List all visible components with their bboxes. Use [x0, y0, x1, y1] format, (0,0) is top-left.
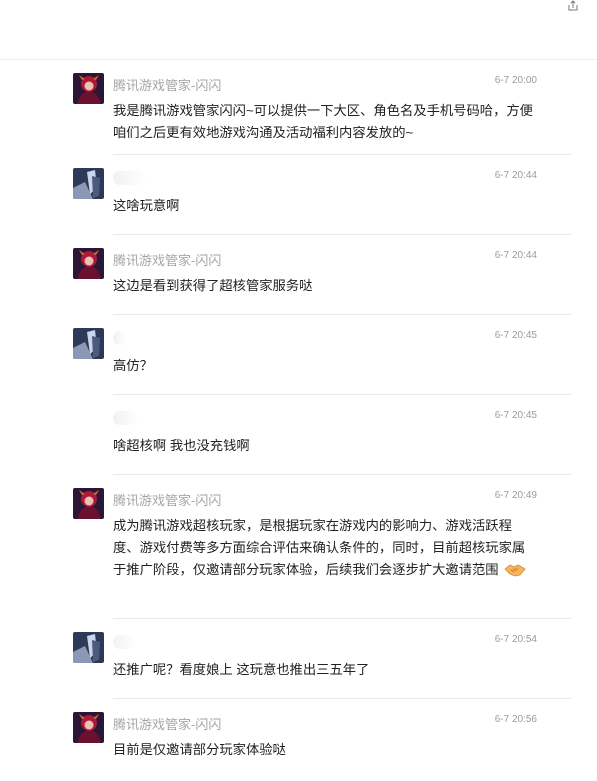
sender-name-blurred	[113, 331, 127, 345]
message-text: 还推广呢？看度娘上 这玩意也推出三五年了	[113, 662, 370, 677]
sender-name: 腾讯游戏管家-闪闪	[113, 253, 222, 268]
message-text: 我是腾讯游戏管家闪闪~可以提供一下大区、角色名及手机号码哈，方便咱们之后更有效地…	[113, 103, 533, 140]
message-time: 6-7 20:56	[494, 714, 537, 725]
message-time: 6-7 20:45	[494, 330, 537, 341]
user-avatar[interactable]	[73, 168, 104, 199]
message-item: 6-7 20:45 高仿？	[0, 315, 597, 395]
handshake-emoji-icon	[504, 564, 526, 577]
agent-avatar[interactable]	[73, 73, 104, 104]
message-item: 腾讯游戏管家-闪闪 6-7 20:56 目前是仅邀请部分玩家体验哒	[0, 699, 597, 779]
message-time: 6-7 20:44	[494, 250, 537, 261]
message-item: 6-7 20:45 啥超核啊 我也没充钱啊	[0, 395, 597, 475]
message-time: 6-7 20:00	[494, 75, 537, 86]
message-item: 6-7 20:44 这啥玩意啊	[0, 155, 597, 235]
sender-name: 腾讯游戏管家-闪闪	[113, 717, 222, 732]
agent-avatar[interactable]	[73, 248, 104, 279]
message-item: 腾讯游戏管家-闪闪 6-7 20:44 这边是看到获得了超核管家服务哒	[0, 235, 597, 315]
message-item: 6-7 20:54 还推广呢？看度娘上 这玩意也推出三五年了	[0, 619, 597, 699]
sender-name-blurred	[113, 635, 135, 649]
user-avatar[interactable]	[73, 632, 104, 663]
agent-avatar[interactable]	[73, 712, 104, 743]
sender-name-blurred	[113, 411, 139, 425]
message-item: 腾讯游戏管家-闪闪 6-7 20:49 成为腾讯游戏超核玩家，是根据玩家在游戏内…	[0, 475, 597, 619]
message-text: 目前是仅邀请部分玩家体验哒	[113, 742, 286, 757]
sender-name-blurred	[113, 171, 147, 185]
message-time: 6-7 20:44	[494, 170, 537, 181]
message-thread: 腾讯游戏管家-闪闪 6-7 20:00 我是腾讯游戏管家闪闪~可以提供一下大区、…	[0, 60, 597, 779]
message-time: 6-7 20:49	[494, 490, 537, 501]
message-text: 啥超核啊 我也没充钱啊	[113, 438, 250, 453]
user-avatar[interactable]	[73, 328, 104, 359]
sender-name: 腾讯游戏管家-闪闪	[113, 493, 222, 508]
message-text-container: 成为腾讯游戏超核玩家，是根据玩家在游戏内的影响力、游戏活跃程度、游戏付费等多方面…	[113, 515, 533, 581]
message-item: 腾讯游戏管家-闪闪 6-7 20:00 我是腾讯游戏管家闪闪~可以提供一下大区、…	[0, 60, 597, 155]
message-text: 这边是看到获得了超核管家服务哒	[113, 278, 313, 293]
message-time: 6-7 20:54	[494, 634, 537, 645]
message-text: 高仿？	[113, 358, 153, 373]
message-time: 6-7 20:45	[494, 410, 537, 421]
top-bar	[0, 0, 597, 60]
agent-avatar[interactable]	[73, 488, 104, 519]
message-text: 成为腾讯游戏超核玩家，是根据玩家在游戏内的影响力、游戏活跃程度、游戏付费等多方面…	[113, 518, 526, 577]
message-text: 这啥玩意啊	[113, 198, 180, 213]
share-icon[interactable]	[567, 0, 579, 12]
sender-name: 腾讯游戏管家-闪闪	[113, 78, 222, 93]
